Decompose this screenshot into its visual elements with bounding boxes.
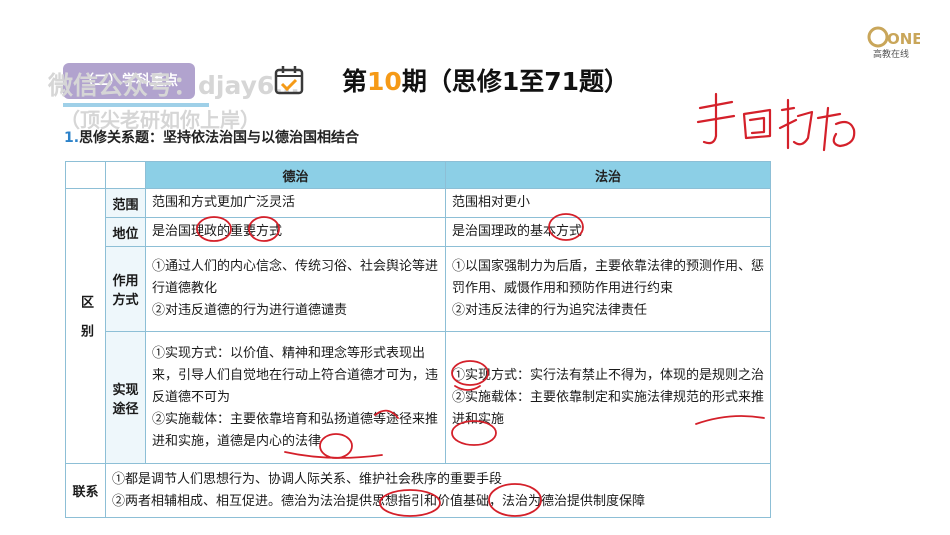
deyi-cell: ①通过人们的内心信念、传统习俗、社会舆论等进行道德教化 ②对违反道德的行为进行道… xyxy=(145,246,446,332)
group-label-cell: 区别 xyxy=(65,188,106,464)
deyi-cell: 是治国理政的重要方式 xyxy=(145,217,446,247)
title-prefix: 第 xyxy=(342,67,368,96)
table-row: 区别 范围 范围和方式更加广泛灵活 范围相对更小 xyxy=(65,188,771,464)
lianxi-cell: ①都是调节人们思想行为、协调人际关系、维护社会秩序的重要手段 ②两者相辅相成、相… xyxy=(105,463,771,518)
header-blank-2 xyxy=(105,161,146,189)
fazhi-cell: 范围相对更小 xyxy=(445,188,771,218)
row-label: 范围 xyxy=(105,188,146,218)
section-index: 1. xyxy=(64,130,80,146)
page-title: 第10期（思修1至71题） xyxy=(342,62,629,98)
fazhi-line: ①实现方式：实行法有禁止不得为，体现的是规则之治 xyxy=(452,367,765,383)
table-row: 作用方式 ①通过人们的内心信念、传统习俗、社会舆论等进行道德教化 ②对违反道德的… xyxy=(66,246,771,332)
table-row-lianxi: 联系 ①都是调节人们思想行为、协调人际关系、维护社会秩序的重要手段 ②两者相辅相… xyxy=(65,463,771,518)
logo-sub: 高教在线 xyxy=(873,48,909,60)
deyi-line: ②实施载体：主要依靠培育和弘扬道德等途径来推进和实施，道德是内心的法律 xyxy=(152,411,439,449)
lianxi-line: ①都是调节人们思想行为、协调人际关系、维护社会秩序的重要手段 xyxy=(112,471,503,487)
title-number: 10 xyxy=(367,67,402,96)
section-text: 思修关系题：坚持依法治国与以德治国相结合 xyxy=(79,130,360,146)
fazhi-line: ②实施载体：主要依靠制定和实施法律规范的形式来推进和实施 xyxy=(452,389,765,427)
deyi-cell: 范围和方式更加广泛灵活 xyxy=(145,188,446,218)
row-label: 实现途径 xyxy=(105,331,146,464)
fazhi-line: ②对违反法律的行为追究法律责任 xyxy=(452,303,648,318)
one-logo-icon: ONE 高教在线 xyxy=(866,24,923,64)
fazhi-cell: ①实现方式：实行法有禁止不得为，体现的是规则之治 ②实施载体：主要依靠制定和实施… xyxy=(445,331,771,464)
deyi-cell: ①实现方式：以价值、精神和理念等形式表现出来，引导人们自觉地在行动上符合道德才可… xyxy=(145,331,446,464)
section-heading: 1.思修关系题：坚持依法治国与以德治国相结合 xyxy=(64,127,359,147)
row-label: 地位 xyxy=(105,217,146,247)
group-label: 区别 xyxy=(78,295,93,353)
row-label: 作用方式 xyxy=(105,246,146,332)
table-header-row: 德治 法治 xyxy=(65,161,771,189)
fazhi-cell: 是治国理政的基本方式 xyxy=(445,217,771,247)
header-blank xyxy=(65,161,106,189)
table-row: 地位 是治国理政的重要方式 是治国理政的基本方式 xyxy=(66,217,771,247)
calendar-check-icon xyxy=(274,66,304,95)
logo-brand: ONE xyxy=(887,30,920,48)
deyi-line: ①通过人们的内心信念、传统习俗、社会舆论等进行道德教化 xyxy=(152,259,439,296)
fazhi-cell: ①以国家强制力为后盾，主要依靠法律的预测作用、惩罚作用、威慑作用和预防作用进行约… xyxy=(445,246,771,332)
lianxi-line: ②两者相辅相成、相互促进。德治为法治提供思想指引和价值基础，法治为德治提供制度保… xyxy=(112,493,646,509)
lianxi-label: 联系 xyxy=(65,463,106,518)
deyi-line: ②对违反道德的行为进行道德谴责 xyxy=(152,303,348,318)
header-deyi: 德治 xyxy=(145,161,446,189)
watermark-line1: 微信公众号：djay6… xyxy=(48,71,300,100)
fazhi-line: ①以国家强制力为后盾，主要依靠法律的预测作用、惩罚作用、威慑作用和预防作用进行约… xyxy=(452,259,765,296)
deyi-line: ①实现方式：以价值、精神和理念等形式表现出来，引导人们自觉地在行动上符合道德才可… xyxy=(152,345,439,405)
handwritten-signature xyxy=(696,92,856,152)
comparison-table: 德治 法治 区别 范围 范围和方式更加广泛灵活 范围相对更小 地位 是治国理政的… xyxy=(65,161,771,518)
title-suffix: 期（思修1至71题） xyxy=(401,67,629,96)
table-row: 实现途径 ①实现方式：以价值、精神和理念等形式表现出来，引导人们自觉地在行动上符… xyxy=(66,331,771,464)
